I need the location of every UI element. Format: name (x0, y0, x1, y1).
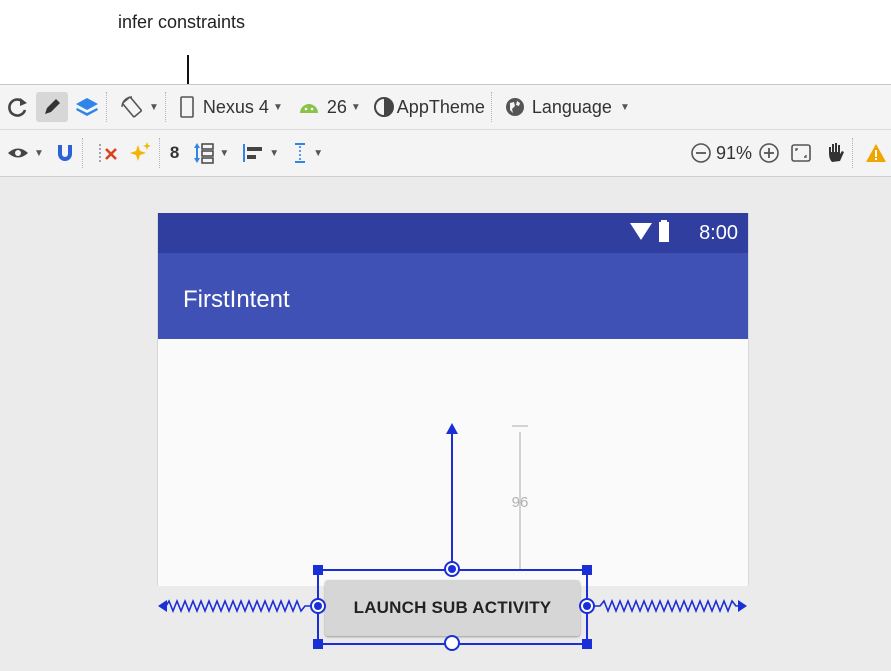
right-anchor-dot (583, 602, 591, 610)
left-constraint-spring (165, 598, 311, 614)
top-anchor-dot (448, 565, 456, 573)
left-anchor-dot (314, 602, 322, 610)
left-constraint-arrow (158, 600, 167, 612)
right-constraint-arrow (738, 600, 747, 612)
bottom-anchor[interactable] (444, 635, 460, 651)
margin-value: 96 (512, 494, 529, 511)
resize-handle[interactable] (313, 565, 323, 575)
selection-box (317, 569, 588, 645)
right-constraint-spring (594, 598, 738, 614)
top-constraint-arrow (446, 423, 458, 434)
resize-handle[interactable] (582, 565, 592, 575)
resize-handle[interactable] (313, 639, 323, 649)
constraint-overlay: 96 (158, 423, 747, 651)
resize-handle[interactable] (582, 639, 592, 649)
